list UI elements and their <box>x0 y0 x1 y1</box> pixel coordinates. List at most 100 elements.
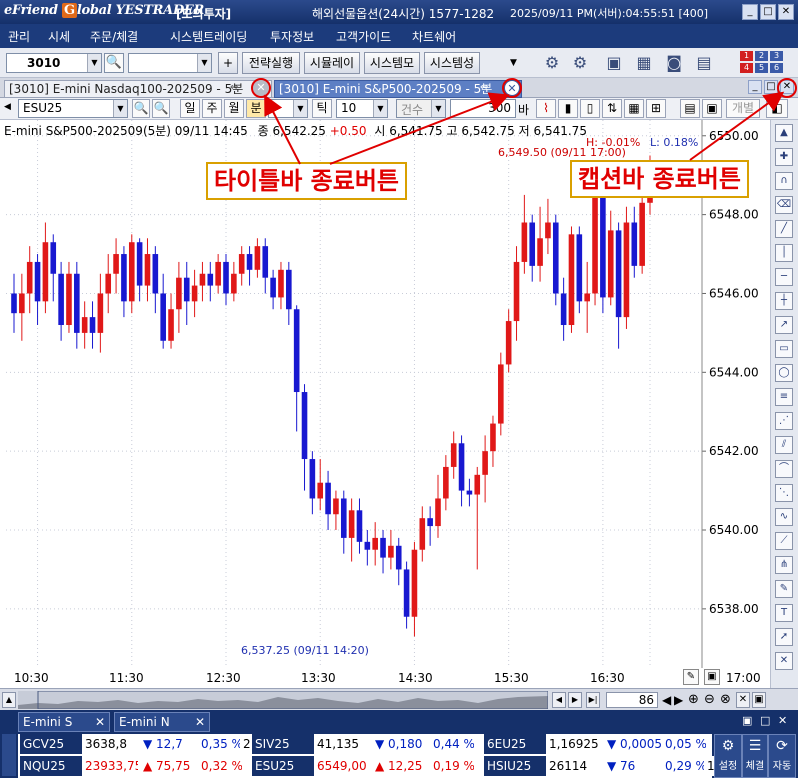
strategy-run-button[interactable]: 전략실행 <box>242 52 300 74</box>
fan-icon[interactable]: ⋱ <box>775 484 793 502</box>
crosshair-icon[interactable]: ✚ <box>775 148 793 166</box>
menu-item-investinfo[interactable]: 투자정보 <box>270 28 314 45</box>
zoom-level-input[interactable]: 86 <box>606 692 658 708</box>
ticker-settings-button[interactable]: ⚙ 설정 <box>714 734 742 778</box>
search-icon[interactable]: 🔍 <box>104 53 124 73</box>
camera-icon[interactable]: ◙ <box>662 52 686 74</box>
period-week-button[interactable]: 주 <box>202 99 222 118</box>
bar-chart-icon[interactable]: ▯ <box>580 99 600 118</box>
scroll-end-icon[interactable]: ▶| <box>586 692 600 708</box>
candle-chart-icon[interactable]: ▮ <box>558 99 578 118</box>
zoom-out-icon[interactable]: ⊖ <box>704 692 715 707</box>
add-button[interactable]: + <box>218 52 238 74</box>
screen-search-combo[interactable]: ▼ <box>128 53 212 73</box>
zoom-left-icon[interactable]: ◀ <box>662 693 671 707</box>
zoom-reset-icon[interactable]: ⊗ <box>720 692 731 707</box>
app-close-button[interactable]: ✕ <box>778 4 794 20</box>
symbol-history-icon[interactable]: 🔍 <box>152 99 170 118</box>
period-month-button[interactable]: 월 <box>224 99 244 118</box>
ticker-tab-emini-n[interactable]: E-mini N ✕ <box>114 712 210 732</box>
chevron-left-icon[interactable]: ◀ <box>4 102 11 112</box>
period-tick-button[interactable]: 틱 <box>312 99 332 118</box>
window-restore-icon[interactable]: □ <box>760 714 770 727</box>
zoom-icon[interactable]: ⊞ <box>646 99 666 118</box>
delete-drawing-icon[interactable]: ✕ <box>775 652 793 670</box>
pitchfork-icon[interactable]: ⋔ <box>775 556 793 574</box>
chart-settings-icon[interactable]: ◧ <box>766 99 788 118</box>
quote-symbol[interactable]: 6EU25 <box>484 734 546 754</box>
menu-item-orders[interactable]: 주문/체결 <box>90 28 138 45</box>
close-icon[interactable]: ✕ <box>195 713 205 731</box>
scroll-left-icon[interactable]: ◀ <box>552 692 566 708</box>
minimize-button[interactable]: _ <box>742 4 758 20</box>
symbol-combo[interactable]: ESU25 ▼ <box>18 99 128 118</box>
sort-icon[interactable]: ⇅ <box>602 99 622 118</box>
menu-item-manage[interactable]: 관리 <box>8 28 30 45</box>
vertical-line-icon[interactable]: │ <box>775 244 793 262</box>
tab-link-icon[interactable]: ⇔ <box>230 82 238 93</box>
magnet-icon[interactable]: ∩ <box>775 172 793 190</box>
pen-icon[interactable]: ✎ <box>775 580 793 598</box>
layout-2-button[interactable]: 2 <box>755 51 768 61</box>
system-performance-button[interactable]: 시스템성 <box>424 52 480 74</box>
menu-item-chartshare[interactable]: 차트쉐어 <box>412 28 456 45</box>
save-icon[interactable]: ▣ <box>702 99 722 118</box>
system-model-button[interactable]: 시스템모 <box>364 52 420 74</box>
scroll-options-icon[interactable]: ▣ <box>752 692 766 708</box>
window-close-icon[interactable]: ✕ <box>778 714 787 727</box>
candlestick-chart[interactable]: 6538.00 6540.00 6542.00 6544.00 6546.00 6548.… <box>0 120 770 668</box>
count-mode-combo[interactable]: 건수 ▼ <box>396 99 446 118</box>
layout-4-button[interactable]: 4 <box>740 63 753 73</box>
channel-icon[interactable]: ⫽ <box>775 436 793 454</box>
ticker-tab-emini-s[interactable]: E-mini S ✕ <box>18 712 110 732</box>
menu-item-quotes[interactable]: 시세 <box>48 28 70 45</box>
scroll-right-icon[interactable]: ▶ <box>568 692 582 708</box>
quote-symbol[interactable]: ESU25 <box>252 756 314 776</box>
quote-symbol[interactable]: GCV25 <box>20 734 82 754</box>
menu-item-systrading[interactable]: 시스템트레이딩 <box>170 28 247 45</box>
search-icon[interactable]: 🔍 <box>132 99 150 118</box>
link-settings-icon[interactable]: ⚙ <box>568 52 592 74</box>
window-tile-icon[interactable]: ▣ <box>742 714 752 727</box>
simulation-button[interactable]: 시뮬레이 <box>304 52 360 74</box>
individual-button[interactable]: 개별 <box>726 99 760 118</box>
rectangle-icon[interactable]: ▭ <box>775 340 793 358</box>
fibonacci-icon[interactable]: ≡ <box>775 388 793 406</box>
scroll-track[interactable] <box>18 691 548 709</box>
scroll-collapse-icon[interactable]: ▲ <box>2 692 16 708</box>
layout-1-button[interactable]: 1 <box>740 51 753 61</box>
printer-icon[interactable]: ▤ <box>692 52 716 74</box>
grid-icon[interactable]: ▦ <box>624 99 644 118</box>
maximize-button[interactable]: □ <box>760 4 776 20</box>
caption-maximize-button[interactable]: □ <box>764 80 778 94</box>
gann-fan-icon[interactable]: ⋰ <box>775 412 793 430</box>
eraser-icon[interactable]: ⌫ <box>775 196 793 214</box>
period-day-button[interactable]: 일 <box>180 99 200 118</box>
speed-line-icon[interactable]: ⟋ <box>775 532 793 550</box>
line-chart-icon[interactable]: ⌇ <box>536 99 556 118</box>
tab-sp500-close-icon[interactable]: ✕ <box>504 80 520 96</box>
menu-item-guide[interactable]: 고객가이드 <box>336 28 391 45</box>
cursor-icon[interactable]: ▲ <box>775 124 793 142</box>
trend-line-icon[interactable]: ╱ <box>775 220 793 238</box>
monitor-icon[interactable]: ▣ <box>602 52 626 74</box>
bar-count-input[interactable]: 300 <box>450 99 516 118</box>
text-icon[interactable]: T <box>775 604 793 622</box>
cycle-icon[interactable]: ∿ <box>775 508 793 526</box>
caption-close-button[interactable]: ✕ <box>780 80 794 94</box>
horizontal-line-icon[interactable]: ─ <box>775 268 793 286</box>
quote-symbol[interactable]: NQU25 <box>20 756 82 776</box>
zoom-in-icon[interactable]: ⊕ <box>688 692 699 707</box>
layout-6-button[interactable]: 6 <box>770 63 783 73</box>
caption-minimize-button[interactable]: _ <box>748 80 762 94</box>
zoom-right-icon[interactable]: ▶ <box>674 693 683 707</box>
quote-symbol[interactable]: HSIU25 <box>484 756 546 776</box>
cross-line-icon[interactable]: ┼ <box>775 292 793 310</box>
ticker-trades-button[interactable]: ☰ 체결 <box>742 734 768 778</box>
pencil-icon[interactable]: ✎ <box>683 669 699 685</box>
ray-icon[interactable]: ↗ <box>775 316 793 334</box>
close-icon[interactable]: ✕ <box>95 713 105 731</box>
screen-number-combo[interactable]: 3010 ▼ <box>6 53 102 73</box>
layout-3-button[interactable]: 3 <box>770 51 783 61</box>
print-icon[interactable]: ▤ <box>680 99 700 118</box>
